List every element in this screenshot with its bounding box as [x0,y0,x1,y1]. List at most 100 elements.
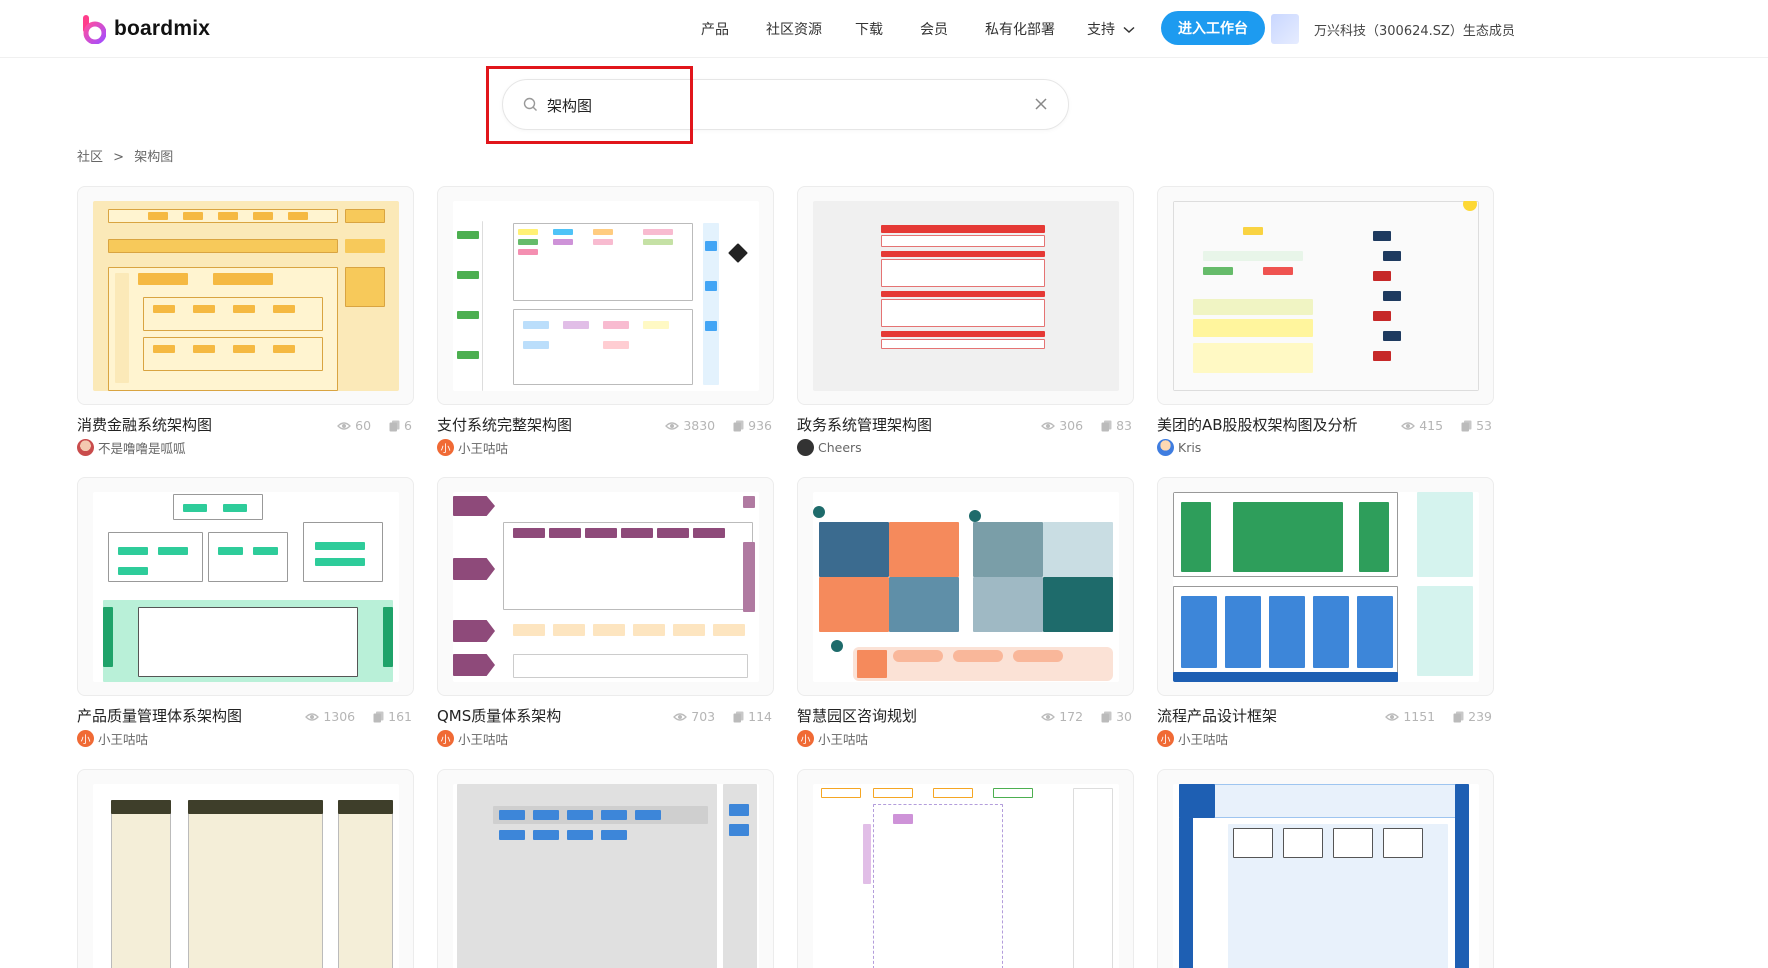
eye-icon [673,712,688,721]
card-thumbnail[interactable] [77,186,414,405]
card-thumbnail[interactable] [1157,186,1494,405]
nav-membership[interactable]: 会员 [920,19,948,39]
chevron-down-icon [1123,26,1135,34]
view-count: 3830 [683,418,716,433]
card-stats: 3830 936 [665,418,772,433]
card-thumbnail[interactable] [437,186,774,405]
eye-icon [1401,421,1416,430]
copy-count: 161 [388,709,412,724]
card-author[interactable]: Cheers [797,438,862,456]
eye-icon [1041,421,1056,430]
author-name: Cheers [818,439,862,455]
avatar [77,438,94,456]
card-author[interactable]: 小 小王咕咕 [437,438,508,456]
card-thumbnail[interactable] [77,769,414,968]
eye-icon [337,421,352,430]
avatar [797,438,814,456]
thumbnail-image [453,784,759,968]
eye-icon [305,712,320,721]
wondershare-logo [1271,14,1299,44]
thumbnail-image [1173,784,1479,968]
card-thumbnail[interactable] [1157,769,1494,968]
breadcrumb-current: 架构图 [134,150,174,165]
author-name: 小王咕咕 [458,731,509,747]
card-thumbnail[interactable] [797,769,1134,968]
enter-workspace-button[interactable]: 进入工作台 [1161,11,1265,45]
brand-name: boardmix [114,17,211,40]
card-title[interactable]: 流程产品设计框架 [1157,705,1417,726]
thumbnail-image [93,492,399,682]
avatar [1157,438,1174,456]
copy-count: 936 [748,418,772,433]
view-count: 1151 [1403,709,1436,724]
card-thumbnail[interactable] [797,477,1134,696]
breadcrumb-root[interactable]: 社区 [77,150,103,165]
card-stats: 415 53 [1401,418,1492,433]
nav-community[interactable]: 社区资源 [766,19,822,39]
copy-icon [1461,420,1472,431]
card-thumbnail[interactable] [797,186,1134,405]
card-stats: 703 114 [673,709,772,724]
card-thumbnail[interactable] [437,477,774,696]
search-input[interactable] [547,93,1007,117]
copy-count: 30 [1116,709,1132,724]
thumbnail-image [813,784,1119,968]
view-count: 415 [1419,418,1444,433]
card-author[interactable]: 不是噜噜是呱呱 [77,438,186,456]
author-name: 小王咕咕 [98,731,149,747]
card-stats: 172 30 [1041,709,1132,724]
card-title[interactable]: 政务系统管理架构图 [797,414,1057,435]
card-title[interactable]: 消费金融系统架构图 [77,414,337,435]
card-stats: 60 6 [337,418,412,433]
card-title[interactable]: 美团的AB股股权架构图及分析 [1157,414,1417,435]
view-count: 306 [1059,418,1084,433]
thumbnail-image [1173,201,1479,391]
card-thumbnail[interactable] [77,477,414,696]
card-author[interactable]: 小 小王咕咕 [797,729,868,747]
eye-icon [1385,712,1400,721]
card-author[interactable]: Kris [1157,438,1201,456]
copy-icon [1101,711,1112,722]
avatar: 小 [797,729,814,747]
copy-icon [733,420,744,431]
copy-icon [373,711,384,722]
copy-icon [389,420,400,431]
copy-count: 83 [1116,418,1132,433]
thumbnail-image [813,201,1119,391]
eye-icon [1041,712,1056,721]
avatar: 小 [77,729,94,747]
card-author[interactable]: 小 小王咕咕 [437,729,508,747]
card-title[interactable]: QMS质量体系架构 [437,705,697,726]
nav-product[interactable]: 产品 [701,19,729,39]
brand-logo[interactable]: boardmix [82,13,210,45]
eye-icon [665,421,680,430]
boardmix-logo-icon [82,14,107,45]
card-title[interactable]: 智慧园区咨询规划 [797,705,1057,726]
nav-download[interactable]: 下载 [855,19,883,39]
top-header: boardmix 产品 社区资源 下载 会员 私有化部署 支持 进入工作台 万兴… [0,0,1768,58]
card-stats: 306 83 [1041,418,1132,433]
avatar: 小 [437,438,454,456]
view-count: 60 [355,418,372,433]
card-author[interactable]: 小 小王咕咕 [77,729,148,747]
author-name: 小王咕咕 [1178,731,1229,747]
thumbnail-image [93,201,399,391]
card-thumbnail[interactable] [437,769,774,968]
nav-support[interactable]: 支持 [1087,19,1135,39]
card-thumbnail[interactable] [1157,477,1494,696]
copy-icon [733,711,744,722]
author-name: Kris [1178,439,1202,455]
partner-text: 万兴科技（300624.SZ）生态成员 [1314,24,1515,39]
card-author[interactable]: 小 小王咕咕 [1157,729,1228,747]
nav-support-label: 支持 [1087,22,1115,38]
breadcrumb-separator: > [113,150,125,165]
close-icon[interactable] [1034,97,1048,111]
avatar: 小 [437,729,454,747]
card-title[interactable]: 产品质量管理体系架构图 [77,705,337,726]
breadcrumb: 社区 > 架构图 [77,146,179,165]
card-title[interactable]: 支付系统完整架构图 [437,414,697,435]
author-name: 小王咕咕 [818,731,869,747]
search-bar[interactable] [502,79,1069,130]
nav-private-deploy[interactable]: 私有化部署 [985,19,1055,39]
thumbnail-image [453,201,759,391]
